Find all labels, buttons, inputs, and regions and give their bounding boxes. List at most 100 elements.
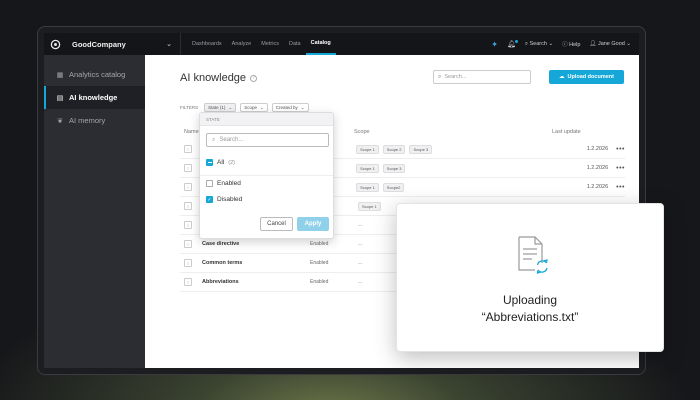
more-options-icon[interactable]: •••: [616, 165, 625, 172]
row-name: Abbreviations: [202, 279, 239, 285]
row-name: Case directive: [202, 241, 240, 247]
apply-button[interactable]: Apply: [297, 217, 329, 231]
sidebar: ▦ Analytics catalog ▤ AI knowledge ❦ AI …: [44, 55, 145, 368]
filter-scope-label: Scope: [244, 105, 257, 110]
row-date: 1.2.2026: [586, 165, 609, 171]
chevron-down-icon: ⌄: [259, 104, 264, 110]
document-icon: ≡: [184, 183, 192, 191]
top-bar: GoodCompany ⌄ Dashboards Analyze Metrics…: [44, 33, 639, 55]
dropdown-search-placeholder: Search...: [219, 137, 244, 143]
sidebar-item-analytics-catalog[interactable]: ▦ Analytics catalog: [44, 63, 145, 86]
user-icon: 👤︎: [589, 41, 597, 47]
row-state: Enabled: [310, 279, 329, 285]
nav-dashboards[interactable]: Dashboards: [187, 33, 227, 55]
sidebar-item-label: AI knowledge: [69, 93, 118, 102]
checkbox-partial[interactable]: [206, 159, 213, 166]
user-name: Jane Good: [597, 41, 625, 47]
topbar-actions: ✦ 🔔︎ ⌕ Search ⌄ ⓘ Help 👤︎ Jane Good ⌄: [491, 40, 639, 49]
chevron-down-icon: ⌄: [626, 41, 631, 47]
chevron-down-icon: ⌄: [548, 40, 554, 47]
upload-progress-card: Uploading “Abbreviations.txt”: [396, 203, 664, 352]
document-icon: ≡: [184, 164, 192, 172]
upload-status-text: Uploading: [502, 293, 558, 307]
checkbox[interactable]: [206, 180, 213, 187]
topbar-search[interactable]: ⌕ Search ⌄: [525, 41, 553, 48]
more-options-icon[interactable]: •••: [616, 146, 625, 153]
column-header-last-update[interactable]: Last update: [552, 129, 581, 135]
document-icon: ≡: [184, 278, 192, 286]
row-state: Enabled: [310, 241, 329, 247]
nav-data[interactable]: Data: [284, 33, 306, 55]
search-icon: ⌕: [438, 73, 442, 80]
search-icon: ⌕: [524, 40, 528, 47]
state-filter-dropdown: STATE ⌕ Search... All (2) Enabled ✓ Disa…: [199, 112, 334, 239]
option-disabled-label: Disabled: [217, 196, 243, 203]
filter-created-by[interactable]: Created by ⌄: [271, 103, 309, 112]
topbar-help-label: Help: [569, 42, 581, 48]
empty-scope: —: [358, 241, 363, 247]
option-enabled[interactable]: Enabled: [206, 180, 241, 187]
sidebar-item-ai-memory[interactable]: ❦ AI memory: [44, 109, 145, 132]
topbar-search-label: Search: [529, 40, 547, 47]
chevron-down-icon: ⌄: [300, 104, 305, 110]
sidebar-item-ai-knowledge[interactable]: ▤ AI knowledge: [44, 86, 145, 109]
filter-state[interactable]: State (1) ⌄: [204, 103, 237, 112]
empty-scope: —: [358, 279, 363, 285]
column-header-name[interactable]: Name: [184, 129, 199, 135]
option-all-count: (2): [228, 159, 235, 166]
divider: [200, 175, 333, 176]
nav-analyze[interactable]: Analyze: [227, 33, 257, 55]
help-question-icon[interactable]: ?: [250, 74, 258, 82]
cancel-button[interactable]: Cancel: [260, 217, 293, 231]
brain-icon: ❦: [57, 117, 63, 125]
upload-file-name: “Abbreviations.txt”: [481, 310, 579, 324]
document-icon: ≡: [184, 240, 192, 248]
nav-metrics[interactable]: Metrics: [256, 33, 284, 55]
filter-scope[interactable]: Scope ⌄: [240, 103, 268, 112]
empty-scope: —: [358, 222, 363, 228]
upload-document-button[interactable]: ☁ Upload document: [549, 70, 624, 84]
notification-bell-icon[interactable]: 🔔︎: [507, 40, 518, 48]
chevron-down-icon: ⌄: [228, 104, 233, 110]
more-options-icon[interactable]: •••: [616, 184, 625, 191]
search-icon: ⌕: [212, 136, 216, 143]
help-icon: ⓘ: [562, 42, 568, 48]
row-scopes: Scope 1 Scope 3: [356, 163, 549, 173]
scope-tag: Scope 1: [356, 163, 379, 173]
column-header-scope[interactable]: Scope: [354, 129, 370, 135]
row-state: Enabled: [310, 260, 329, 266]
row-date: 1.2.2026: [586, 146, 609, 152]
sidebar-item-label: AI memory: [69, 116, 106, 125]
document-icon: ≡: [184, 221, 192, 229]
ai-sparkle-icon[interactable]: ✦: [491, 40, 498, 49]
option-all[interactable]: All (2): [206, 159, 235, 166]
row-scopes: Scope 1 Scope 2 Scope 3: [356, 144, 549, 154]
topbar-help[interactable]: ⓘ Help: [562, 40, 580, 48]
filters-label: FILTERS: [180, 105, 199, 110]
main-nav: Dashboards Analyze Metrics Data Catalog: [187, 33, 336, 55]
nav-catalog[interactable]: Catalog: [305, 33, 336, 55]
document-icon: ≡: [184, 259, 192, 267]
company-switcher[interactable]: GoodCompany ⌄: [66, 33, 181, 55]
page-title: AI knowledge ?: [180, 72, 258, 84]
option-all-label: All: [217, 159, 225, 166]
row-name: Common terms: [202, 260, 243, 266]
filter-created-by-label: Created by: [275, 105, 298, 110]
document-sync-icon: [518, 236, 548, 274]
scope-tag: Scope 3: [382, 163, 406, 173]
scope-tag: Scope 3: [409, 144, 433, 154]
dropdown-header: STATE: [200, 113, 333, 126]
option-enabled-label: Enabled: [217, 180, 241, 187]
filter-bar: FILTERS State (1) ⌄ Scope ⌄ Created by ⌄: [180, 103, 309, 112]
search-input[interactable]: ⌕ Search...: [433, 70, 531, 84]
filter-state-label: State (1): [208, 105, 226, 110]
dropdown-search-input[interactable]: ⌕ Search...: [206, 133, 329, 147]
company-logo-icon[interactable]: [44, 39, 66, 50]
option-disabled[interactable]: ✓ Disabled: [206, 196, 242, 203]
user-menu[interactable]: 👤︎ Jane Good ⌄: [589, 41, 631, 47]
checkbox-checked[interactable]: ✓: [206, 196, 213, 203]
upload-button-label: Upload document: [567, 74, 614, 80]
company-name: GoodCompany: [72, 39, 126, 49]
search-placeholder: Search...: [444, 74, 467, 80]
document-icon: ≡: [184, 202, 192, 210]
